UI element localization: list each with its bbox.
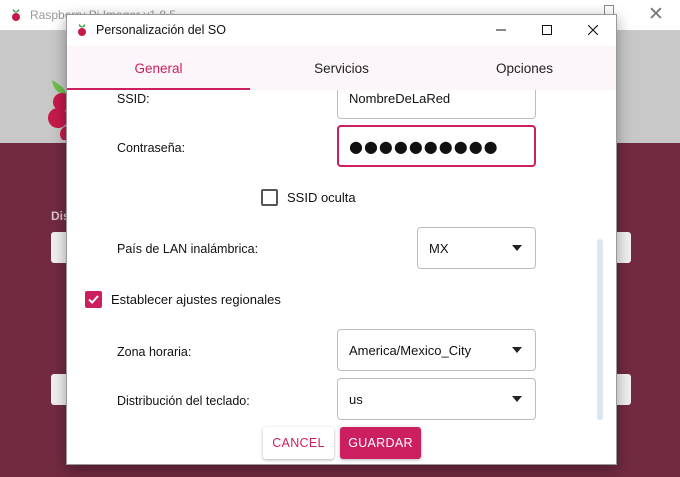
- tab-services[interactable]: Servicios: [250, 46, 433, 90]
- scrollbar[interactable]: [597, 239, 603, 420]
- save-button[interactable]: GUARDAR: [340, 427, 421, 459]
- bottom-left-button[interactable]: [51, 374, 67, 405]
- hidden-ssid-label: SSID oculta: [287, 190, 356, 205]
- raspberry-icon: [78, 24, 86, 36]
- password-label: Contraseña:: [117, 141, 186, 155]
- checkmark-icon: [88, 295, 99, 304]
- dialog-title: Personalización del SO: [96, 23, 226, 37]
- ssid-value: NombreDeLaRed: [349, 90, 451, 106]
- wifi-country-select[interactable]: MX: [417, 227, 536, 269]
- password-value: ●●●●●●●●●●: [349, 136, 499, 156]
- password-input[interactable]: ●●●●●●●●●●: [337, 125, 536, 167]
- set-locale-label: Establecer ajustes regionales: [111, 292, 281, 307]
- wifi-country-label: País de LAN inalámbrica:: [117, 242, 259, 256]
- keyboard-layout-label: Distribución del teclado:: [117, 394, 250, 408]
- tab-bar: General Servicios Opciones: [67, 46, 616, 90]
- ssid-input[interactable]: NombreDeLaRed: [337, 90, 536, 119]
- minimize-button[interactable]: [478, 15, 524, 45]
- maximize-button[interactable]: [524, 15, 570, 45]
- os-customization-dialog: Personalización del SO General Servicios…: [66, 14, 617, 465]
- tab-general[interactable]: General: [67, 46, 250, 90]
- timezone-select[interactable]: America/Mexico_City: [337, 329, 536, 371]
- timezone-label: Zona horaria:: [117, 345, 192, 359]
- cancel-button[interactable]: CANCEL: [263, 427, 334, 459]
- dialog-titlebar: Personalización del SO: [67, 15, 616, 46]
- maximize-icon: [542, 25, 552, 35]
- keyboard-layout-value: us: [349, 391, 363, 407]
- hidden-ssid-checkbox[interactable]: [261, 189, 278, 206]
- keyboard-layout-select[interactable]: us: [337, 378, 536, 420]
- timezone-value: America/Mexico_City: [349, 342, 472, 358]
- tab-options[interactable]: Opciones: [433, 46, 616, 90]
- close-button[interactable]: [570, 15, 616, 45]
- ssid-label: SSID:: [117, 92, 150, 106]
- raspberry-icon: [12, 9, 20, 21]
- general-settings-panel[interactable]: SSID: NombreDeLaRed Contraseña: ●●●●●●●●…: [67, 90, 616, 422]
- chevron-down-icon: [512, 347, 522, 353]
- chevron-down-icon: [512, 245, 522, 251]
- close-icon: [588, 25, 598, 35]
- wifi-country-value: MX: [429, 240, 449, 256]
- chevron-down-icon: [512, 396, 522, 402]
- main-close-icon[interactable]: ✕: [648, 3, 664, 25]
- choose-device-button[interactable]: [51, 232, 67, 263]
- minimize-icon: [496, 29, 506, 31]
- set-locale-checkbox[interactable]: [85, 291, 102, 308]
